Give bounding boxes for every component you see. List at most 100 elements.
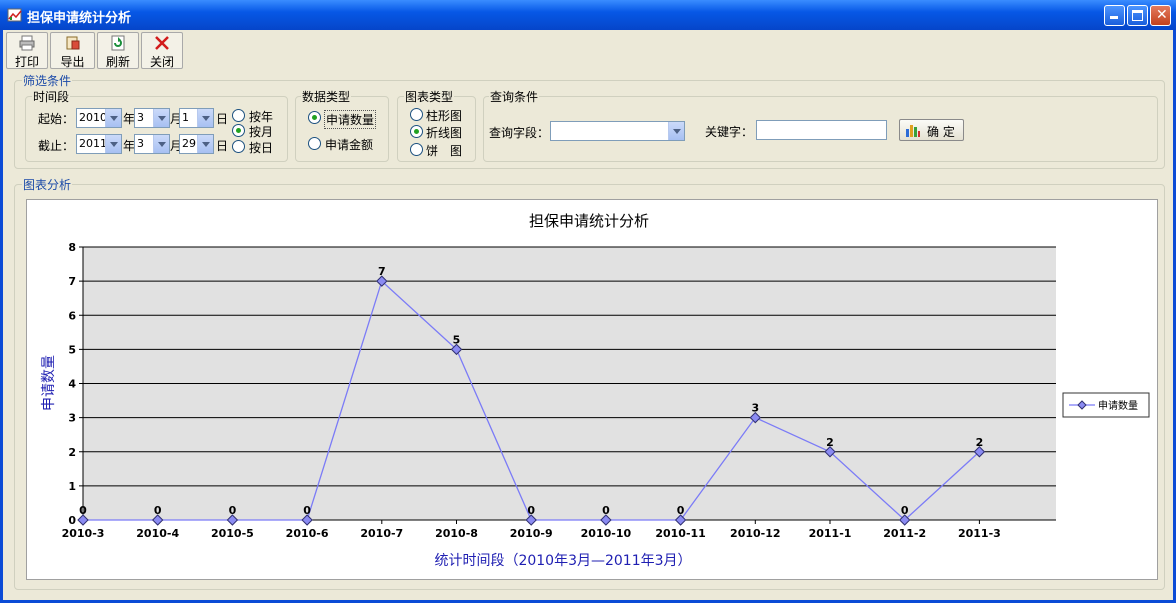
window-title: 担保申请统计分析	[27, 11, 132, 26]
pie-chart-radio[interactable]	[410, 143, 423, 156]
export-icon	[66, 36, 79, 50]
data-type-count-label: 申请数量	[324, 110, 377, 129]
data-label: 7	[378, 265, 386, 278]
chart-title: 担保申请统计分析	[529, 212, 649, 230]
data-label: 0	[677, 504, 685, 517]
x-tick-label: 2010-6	[286, 527, 329, 540]
export-button[interactable]: 导出	[50, 32, 95, 69]
start-month-value: 3	[137, 111, 144, 124]
data-label: 0	[154, 504, 162, 517]
end-month-select[interactable]: 3	[134, 134, 170, 154]
end-day-value: 29	[182, 137, 196, 150]
data-label: 5	[453, 333, 461, 346]
end-day-suffix: 日	[216, 139, 229, 153]
by-month-radio[interactable]	[232, 124, 245, 137]
line-chart-label: 折线图	[426, 126, 463, 140]
x-tick-label: 2010-3	[62, 527, 105, 540]
minimize-button[interactable]	[1104, 5, 1125, 26]
print-button[interactable]: 打印	[6, 32, 48, 69]
start-year-select[interactable]: 2010	[76, 108, 122, 128]
app-window: 担保申请统计分析 ✕ 打印 导出 刷新 关闭 筛选条件 时间段 起始： 2010…	[0, 0, 1176, 603]
data-label: 0	[79, 504, 87, 517]
refresh-label: 刷新	[105, 55, 130, 69]
pie-chart-label: 饼 图	[426, 144, 463, 158]
refresh-button[interactable]: 刷新	[97, 32, 139, 69]
chevron-down-icon	[153, 109, 169, 127]
bar-chart-label: 柱形图	[426, 109, 463, 123]
y-tick-label: 3	[68, 412, 76, 425]
period-title: 时间段	[32, 88, 71, 105]
data-label: 0	[602, 504, 610, 517]
x-tick-label: 2010-7	[360, 527, 403, 540]
data-label: 2	[826, 436, 834, 449]
line-chart-radio[interactable]	[410, 125, 423, 138]
x-tick-label: 2010-4	[136, 527, 179, 540]
data-label: 0	[527, 504, 535, 517]
close-icon	[155, 36, 169, 50]
y-tick-label: 8	[68, 241, 76, 254]
start-day-value: 1	[182, 111, 189, 124]
y-tick-label: 5	[68, 343, 76, 356]
end-month-value: 3	[137, 137, 144, 150]
end-label: 截止：	[38, 139, 75, 153]
close-label: 关闭	[149, 55, 174, 69]
x-tick-label: 2011-2	[883, 527, 926, 540]
close-window-button[interactable]: ✕	[1150, 5, 1171, 26]
start-month-select[interactable]: 3	[134, 108, 170, 128]
chevron-down-icon	[668, 122, 684, 140]
y-tick-label: 2	[68, 446, 76, 459]
by-year-radio[interactable]	[232, 109, 245, 122]
y-tick-label: 1	[68, 480, 76, 493]
chevron-down-icon	[105, 109, 121, 127]
end-day-select[interactable]: 29	[179, 134, 214, 154]
keyword-input[interactable]	[756, 120, 887, 140]
by-day-label: 按日	[249, 141, 274, 155]
end-year-value: 2011	[79, 137, 107, 150]
end-year-select[interactable]: 2011	[76, 134, 122, 154]
data-type-amount-radio[interactable]	[308, 137, 321, 150]
query-title: 查询条件	[489, 88, 540, 105]
data-label: 0	[303, 504, 311, 517]
data-type-title: 数据类型	[301, 88, 352, 105]
start-day-select[interactable]: 1	[179, 108, 214, 128]
y-tick-label: 7	[68, 275, 76, 288]
x-tick-label: 2010-12	[730, 527, 781, 540]
start-year-value: 2010	[79, 111, 107, 124]
y-axis-ticks: 0 1 2 3 4 5 6 7 8	[68, 241, 83, 527]
data-type-count-radio[interactable]	[308, 111, 321, 124]
by-day-radio[interactable]	[232, 140, 245, 153]
legend: 申请数量	[1062, 392, 1150, 418]
x-tick-label: 2011-3	[958, 527, 1001, 540]
y-tick-label: 6	[68, 309, 76, 322]
refresh-icon	[111, 35, 125, 51]
minimize-icon	[1110, 16, 1118, 19]
start-day-suffix: 日	[216, 112, 229, 126]
filter-group-title: 筛选条件	[22, 72, 73, 89]
x-tick-label: 2011-1	[809, 527, 852, 540]
legend-label: 申请数量	[1098, 399, 1138, 412]
chevron-down-icon	[197, 109, 213, 127]
maximize-button[interactable]	[1127, 5, 1148, 26]
chevron-down-icon	[197, 135, 213, 153]
confirm-label: 确 定	[927, 125, 955, 139]
confirm-button[interactable]: 确 定	[899, 119, 964, 141]
query-field-select[interactable]	[550, 121, 685, 141]
maximize-icon	[1132, 10, 1143, 21]
bar-chart-radio[interactable]	[410, 108, 423, 121]
start-label: 起始：	[38, 112, 75, 126]
chevron-down-icon	[105, 135, 121, 153]
x-tick-label: 2010-9	[510, 527, 553, 540]
title-bar: 担保申请统计分析 ✕	[0, 0, 1176, 30]
export-label: 导出	[60, 55, 85, 69]
keyword-label: 关键字：	[705, 125, 754, 139]
data-label: 0	[229, 504, 237, 517]
app-chart-icon	[7, 8, 22, 22]
data-label: 2	[976, 436, 984, 449]
chart-panel: 担保申请统计分析 012345678 2010-3 2010-4 2010-5 201…	[26, 199, 1158, 580]
print-label: 打印	[14, 55, 39, 69]
close-button[interactable]: 关闭	[141, 32, 183, 69]
y-tick-label: 4	[68, 378, 76, 391]
toolbar: 打印 导出 刷新 关闭	[3, 30, 1173, 70]
chart-group-title: 图表分析	[22, 176, 73, 193]
x-tick-label: 2010-10	[581, 527, 632, 540]
